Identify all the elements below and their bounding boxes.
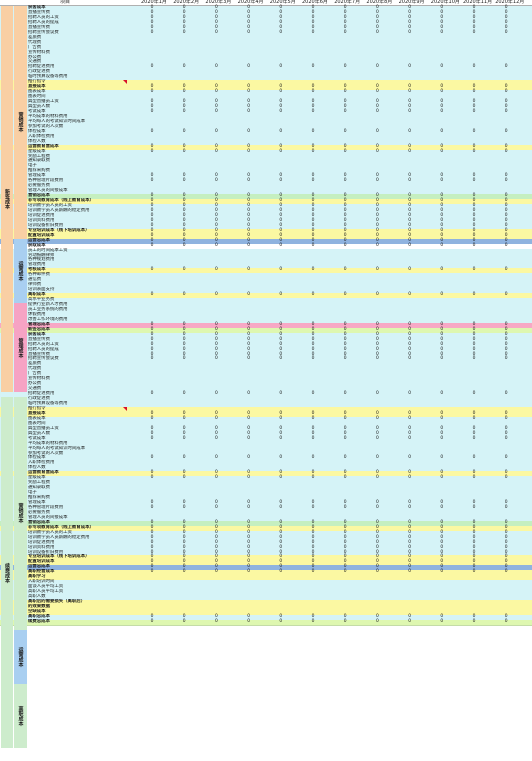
spreadsheet: 项目 2020年1月 2020年2月 2020年3月 2020年4月 2020年5月 20… [0,0,532,761]
cell-value[interactable]: 0 [405,619,415,625]
group-band: 运营成本 [14,629,27,685]
cell-value[interactable]: 0 [211,619,221,625]
section-title: 续费成本 [4,562,10,583]
group-band: 运营成本 [14,238,27,303]
cell-value[interactable]: 0 [501,619,511,625]
section-band: 新签成本 [1,6,13,393]
section-band: 续费成本 [1,397,13,749]
section-title: 新签成本 [4,189,10,210]
group-band: 管理成本 [14,303,27,393]
cell-value[interactable]: 0 [437,619,447,625]
cell-value[interactable]: 0 [276,619,286,625]
group-title: 营销成本 [17,112,24,133]
group-title: 运营成本 [17,646,24,667]
group-title: 高职成本 [17,706,24,727]
cell-value[interactable]: 0 [340,619,350,625]
group-band: 营销成本 [14,397,27,630]
row-label[interactable]: 续费总成本 [28,619,138,625]
cell-value[interactable]: 0 [308,619,318,625]
group-title: 营销成本 [17,503,24,524]
group-title: 管理成本 [17,337,24,358]
cell-value[interactable]: 0 [372,619,382,625]
cell-value[interactable]: 0 [244,619,254,625]
group-title: 运营成本 [17,260,24,281]
cell-value[interactable]: 0 [147,619,157,625]
cell-value[interactable]: 0 [179,619,189,625]
group-band: 高职成本 [14,684,27,749]
group-band: 营销成本 [14,6,27,239]
table-row: 续费总成本 0 0 0 0 0 0 0 0 0 0 0 0 [0,619,532,626]
cell-value[interactable]: 0 [469,619,479,625]
